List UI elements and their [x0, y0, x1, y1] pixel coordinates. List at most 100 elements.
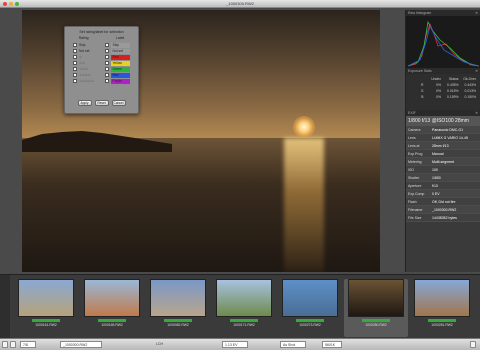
exif-key: Lens — [408, 136, 416, 140]
rating-checkbox[interactable] — [73, 73, 77, 77]
exif-row: Exp.Prog Manual — [406, 150, 480, 158]
exif-value: LUMIX G VARIO 14-45 — [432, 136, 468, 140]
label-checkbox[interactable] — [104, 73, 109, 77]
exif-key: Exp.Prog — [408, 152, 423, 156]
exif-row: Lens LUMIX G VARIO 14-45 — [406, 134, 480, 142]
thumbnail-image — [216, 279, 272, 317]
exif-value: 0 EV — [432, 192, 440, 196]
rating-text: Not set — [79, 49, 90, 53]
exif-key: Lens at — [408, 144, 420, 148]
thumbnail-name: 1000161.RW2 — [35, 323, 57, 327]
label-checkbox[interactable] — [104, 49, 109, 53]
exposure-cell: B — [421, 95, 424, 99]
right-panel: Raw histogram ✕ Exposure Stats ✕ Undex St… — [405, 10, 480, 272]
rating-checkbox[interactable] — [73, 55, 77, 59]
exif-value: f/13 — [432, 184, 438, 188]
label-header: Label — [115, 36, 125, 40]
thumbnail[interactable]: 1000082.RW2 — [146, 279, 210, 337]
rating-text: ☆☆ — [79, 61, 85, 65]
label-swatch: Yellow — [110, 60, 130, 66]
exif-row: Aperture f/13 — [406, 182, 480, 190]
rating-checkbox[interactable] — [73, 61, 77, 65]
close-icon[interactable]: ✕ — [475, 110, 478, 116]
close-icon[interactable]: ✕ — [475, 68, 478, 74]
exif-row: ISO 100 — [406, 166, 480, 174]
thumbnail[interactable]: 1000165.RW2 — [80, 279, 144, 337]
thumbnail-image — [282, 279, 338, 317]
white-balance-field[interactable]: As Shot — [280, 341, 306, 348]
zoom-out-icon[interactable] — [10, 341, 16, 348]
exif-row: Metering Multi-segment — [406, 158, 480, 166]
rating-option[interactable]: ☆☆☆☆☆ — [73, 78, 99, 84]
window-title: _1000300.RW2 — [226, 1, 254, 6]
exif-summary: 1/800 f/13 @ISO100 28mm — [406, 116, 480, 126]
thumbnail-name: 1000280.RW2 — [365, 323, 387, 327]
exposure-field[interactable]: 1.13 EV — [222, 341, 248, 348]
label-checkbox[interactable] — [104, 67, 109, 71]
rating-stars — [296, 319, 324, 322]
rating-stars — [428, 319, 456, 322]
rating-text: ☆☆☆☆ — [79, 73, 91, 77]
rating-checkbox[interactable] — [73, 79, 77, 83]
exposure-cell: 0.159% — [447, 95, 459, 99]
label-checkbox[interactable] — [104, 61, 109, 65]
exif-value: _1000300.RW2 — [432, 208, 457, 212]
label-swatch: Blue — [110, 72, 130, 78]
thumbnail-name: 1000082.RW2 — [167, 323, 189, 327]
exif-header: EXIF ✕ — [406, 110, 480, 116]
exposure-stats-table: Undex Status Ok-Over R 0% 0.435% 0.443% G 0% 0.01… — [406, 74, 480, 110]
settings-icon[interactable] — [470, 341, 476, 348]
thumbnail[interactable]: 1000281.RW2 — [410, 279, 474, 337]
rating-options: Skip Not set ☆ ☆☆ ☆☆☆ ☆☆☆☆ ☆☆☆☆☆ — [73, 42, 99, 84]
exif-key: Aperture — [408, 184, 422, 188]
exif-key: Shutter — [408, 176, 420, 180]
exif-value: 100 — [432, 168, 438, 172]
thumbnail-image — [18, 279, 74, 317]
label-checkbox[interactable] — [104, 43, 109, 47]
exif-value: 14438352 bytes — [432, 216, 457, 220]
photo-sea — [22, 138, 380, 272]
layout-icon[interactable] — [2, 341, 8, 348]
exif-value: Off, Did not fire — [432, 200, 456, 204]
exposure-cell: 0% — [436, 95, 441, 99]
title-bar: _1000300.RW2 — [0, 0, 480, 8]
exif-value: Manual — [432, 152, 444, 156]
raw-histogram — [406, 16, 480, 68]
coastline-silhouette — [22, 131, 172, 152]
rating-stars — [230, 319, 258, 322]
exif-value: 28mm f/13 — [432, 144, 449, 148]
rating-stars — [164, 319, 192, 322]
dialog-title: Set rating/label for selection — [79, 30, 124, 34]
thumbnail[interactable]: 1000161.RW2 — [14, 279, 78, 337]
rating-checkbox[interactable] — [73, 67, 77, 71]
label-option[interactable]: Purple — [104, 78, 130, 84]
label-checkbox[interactable] — [104, 79, 109, 83]
rating-checkbox[interactable] — [73, 43, 77, 47]
label-swatch: Green — [110, 66, 130, 72]
filename-field[interactable]: _1000300.RW2 — [60, 341, 102, 348]
thumbnail-image — [84, 279, 140, 317]
label-checkbox[interactable] — [104, 55, 109, 59]
filmstrip-nav[interactable] — [0, 275, 10, 339]
temperature-field[interactable]: 5601K — [322, 341, 342, 348]
cancel-button[interactable]: Cancel — [111, 100, 126, 106]
thumbnail[interactable]: 1000280.RW2 — [344, 279, 408, 337]
exif-row: Shutter 1/800 — [406, 174, 480, 182]
thumbnail-image — [414, 279, 470, 317]
zoom-field[interactable]: 7/8 — [20, 341, 36, 348]
thumbnail[interactable]: 1000171.RW2 — [212, 279, 276, 337]
exif-title: EXIF — [408, 111, 416, 115]
color-mode[interactable]: LCH — [156, 342, 163, 346]
thumbnail-image — [348, 279, 404, 317]
reset-button[interactable]: Reset — [94, 100, 109, 106]
rating-text: Skip — [79, 43, 86, 47]
rating-label-dialog: Set rating/label for selection Rating La… — [64, 26, 139, 114]
image-viewer[interactable]: Set rating/label for selection Rating La… — [22, 10, 380, 272]
exif-key: Flash — [408, 200, 417, 204]
apply-button[interactable]: Apply — [77, 100, 92, 106]
thumbnail[interactable]: 1000273.RW2 — [278, 279, 342, 337]
exposure-header: Exposure Stats ✕ — [406, 68, 480, 74]
thumbnail-image — [150, 279, 206, 317]
rating-checkbox[interactable] — [73, 49, 77, 53]
filmstrip: 1000161.RW2 1000165.RW2 1000082.RW2 1000171… — [0, 274, 480, 339]
